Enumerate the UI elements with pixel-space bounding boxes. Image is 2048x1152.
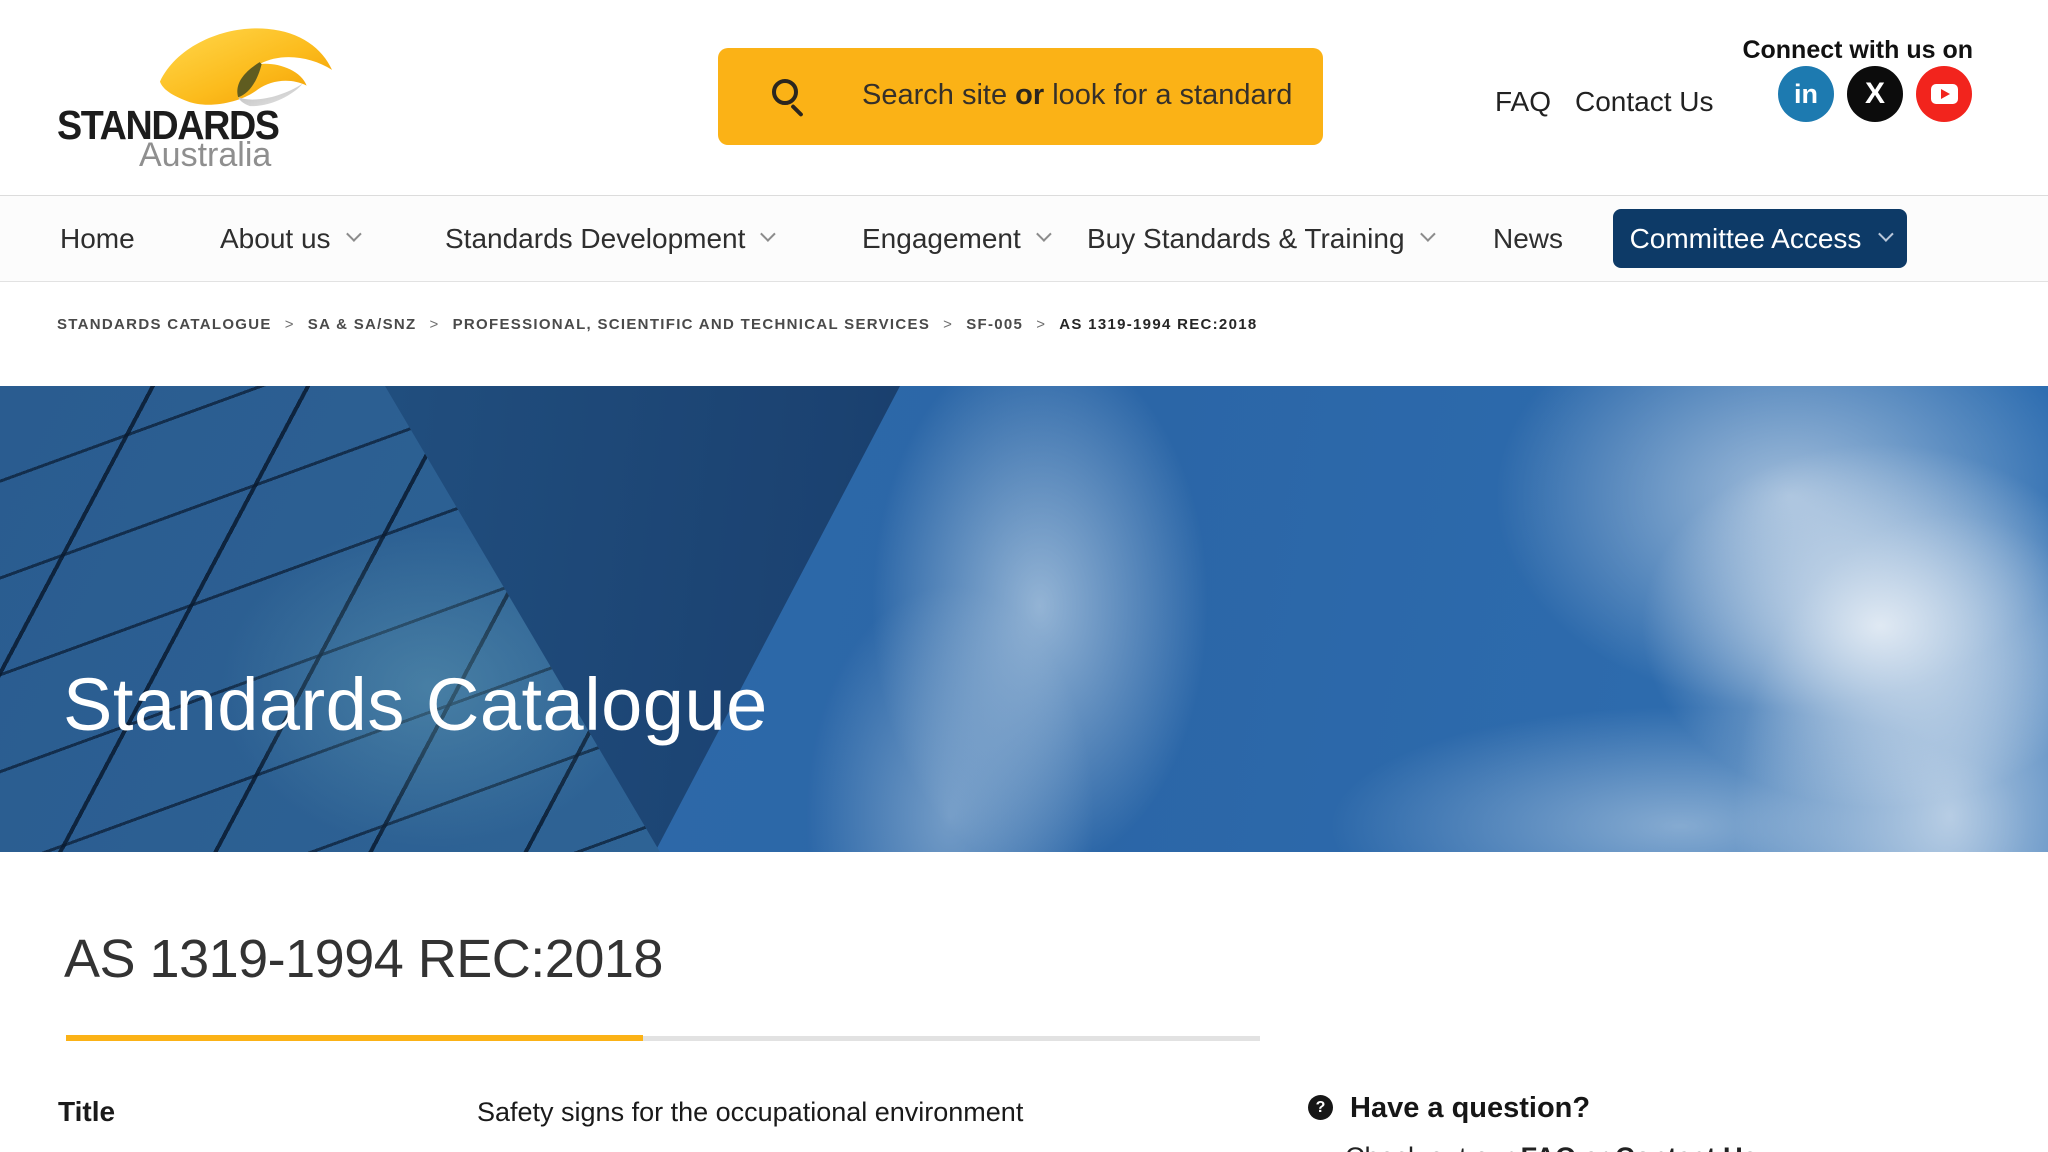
aside-text-prefix: Check out our bbox=[1345, 1142, 1521, 1152]
breadcrumb-current-standard: AS 1319-1994 REC:2018 bbox=[1059, 316, 1257, 333]
committee-access-label: Committee Access bbox=[1630, 223, 1862, 255]
search-placeholder: Search site or look for a standard bbox=[862, 79, 1292, 112]
nav-label: Buy Standards & Training bbox=[1087, 223, 1405, 255]
chevron-down-icon bbox=[1879, 226, 1895, 242]
faq-link[interactable]: FAQ bbox=[1495, 86, 1551, 118]
search-placeholder-prefix: Search site bbox=[862, 79, 1015, 111]
hero-building-glass-grid bbox=[0, 386, 2048, 852]
chevron-down-icon bbox=[346, 226, 362, 242]
breadcrumb-sf-005[interactable]: SF-005 bbox=[966, 316, 1023, 333]
nav-item-engagement[interactable]: Engagement bbox=[862, 196, 1048, 281]
nav-item-buy-standards-training[interactable]: Buy Standards & Training bbox=[1087, 196, 1432, 281]
breadcrumb: STANDARDS CATALOGUE > SA & SA/SNZ > PROFESSI… bbox=[57, 316, 1957, 333]
contact-us-link[interactable]: Contact Us bbox=[1575, 86, 1714, 118]
nav-label: News bbox=[1493, 223, 1563, 255]
chevron-down-icon bbox=[1420, 226, 1436, 242]
header: STANDARDS Australia Search site or look … bbox=[0, 0, 2048, 195]
aside-text-mid: or bbox=[1576, 1142, 1615, 1152]
breadcrumb-separator: > bbox=[943, 316, 953, 333]
breadcrumb-standards-catalogue[interactable]: STANDARDS CATALOGUE bbox=[57, 316, 272, 333]
nav-item-home[interactable]: Home bbox=[60, 196, 135, 281]
connect-with-us-label: Connect with us on bbox=[1742, 36, 1973, 65]
search-input[interactable]: Search site or look for a standard bbox=[718, 48, 1323, 145]
breadcrumb-separator: > bbox=[430, 316, 440, 333]
youtube-play-glyph bbox=[1931, 84, 1958, 104]
breadcrumb-sector[interactable]: PROFESSIONAL, SCIENTIFIC AND TECHNICAL S… bbox=[453, 316, 931, 333]
yellow-divider bbox=[66, 1035, 643, 1041]
page: STANDARDS Australia Search site or look … bbox=[0, 0, 2048, 1152]
nav-item-about-us[interactable]: About us bbox=[220, 196, 358, 281]
have-a-question-text: Check out our FAQ or Contact Us bbox=[1345, 1142, 1758, 1152]
standards-australia-logo[interactable]: STANDARDS Australia bbox=[57, 18, 347, 168]
logo-text-australia: Australia bbox=[139, 136, 271, 175]
standard-heading: AS 1319-1994 REC:2018 bbox=[64, 928, 663, 990]
search-placeholder-suffix: look for a standard bbox=[1044, 79, 1292, 111]
social-icons: in X bbox=[1778, 66, 1978, 123]
gray-divider bbox=[643, 1036, 1260, 1041]
linkedin-icon[interactable]: in bbox=[1778, 66, 1834, 122]
youtube-icon[interactable] bbox=[1916, 66, 1972, 122]
title-field-value: Safety signs for the occupational enviro… bbox=[477, 1097, 1023, 1128]
logo-swoosh-icon bbox=[157, 23, 335, 111]
question-mark-icon: ? bbox=[1308, 1095, 1333, 1120]
chevron-down-icon bbox=[761, 226, 777, 242]
hero-banner bbox=[0, 386, 2048, 852]
x-twitter-icon[interactable]: X bbox=[1847, 66, 1903, 122]
nav-item-standards-development[interactable]: Standards Development bbox=[445, 196, 772, 281]
contact-us-inline-link[interactable]: Contact Us bbox=[1615, 1142, 1758, 1152]
breadcrumb-sa-sasnz[interactable]: SA & SA/SNZ bbox=[308, 316, 417, 333]
have-a-question-title: Have a question? bbox=[1350, 1092, 1590, 1125]
nav-label: Engagement bbox=[862, 223, 1021, 255]
search-icon bbox=[772, 79, 798, 105]
breadcrumb-separator: > bbox=[285, 316, 295, 333]
hero-title: Standards Catalogue bbox=[63, 662, 768, 747]
faq-inline-link[interactable]: FAQ bbox=[1521, 1142, 1577, 1152]
title-field-label: Title bbox=[58, 1096, 115, 1128]
nav-label: Standards Development bbox=[445, 223, 745, 255]
breadcrumb-separator: > bbox=[1036, 316, 1046, 333]
nav-label: Home bbox=[60, 223, 135, 255]
nav-label: About us bbox=[220, 223, 331, 255]
main-nav: Home About us Standards Development Enga… bbox=[0, 195, 2048, 282]
committee-access-button[interactable]: Committee Access bbox=[1613, 209, 1907, 268]
chevron-down-icon bbox=[1036, 226, 1052, 242]
nav-item-news[interactable]: News bbox=[1493, 196, 1563, 281]
search-placeholder-or: or bbox=[1015, 79, 1044, 111]
